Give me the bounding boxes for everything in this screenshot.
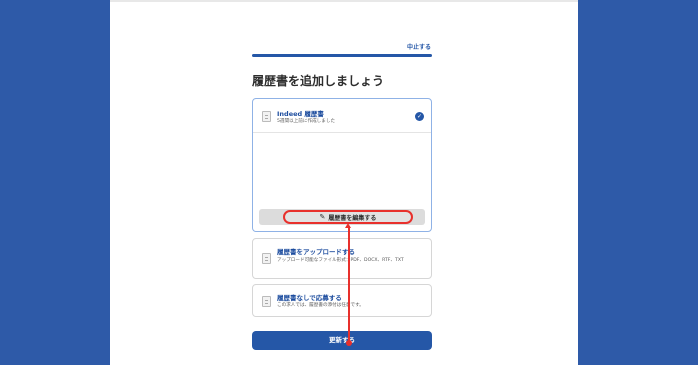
resume-option-subtitle: アップロード可能なファイル形式：PDF、DOCX、RTF、TXT	[277, 258, 404, 263]
resume-option-indeed-header[interactable]: Indeed 履歴書 5週間以上前に作成しました ✓	[253, 99, 431, 133]
no-document-icon	[262, 296, 271, 307]
annotation-arrowhead	[345, 223, 351, 228]
resume-option-subtitle: この求人では、履歴書の添付は任意です。	[277, 303, 364, 308]
resume-option-indeed[interactable]: Indeed 履歴書 5週間以上前に作成しました ✓ ✎ 履歴書を編集する	[252, 98, 432, 232]
resume-option-title: 履歴書なしで応募する	[277, 294, 342, 302]
edit-resume-label: 履歴書を編集する	[328, 214, 377, 222]
upload-document-icon	[262, 253, 271, 264]
progress-bar	[252, 54, 432, 57]
annotation-dot	[345, 340, 352, 346]
check-circle-icon: ✓	[415, 112, 424, 121]
cancel-link[interactable]: 中止する	[405, 42, 431, 51]
resume-option-none[interactable]: 履歴書なしで応募する この求人では、履歴書の添付は任意です。	[252, 284, 432, 317]
resume-option-upload[interactable]: 履歴書をアップロードする アップロード可能なファイル形式：PDF、DOCX、RT…	[252, 238, 432, 279]
top-divider	[110, 0, 578, 2]
document-icon	[262, 111, 271, 122]
annotation-arrow	[348, 226, 350, 344]
edit-bar: ✎ 履歴書を編集する	[259, 209, 425, 225]
resume-option-title: 履歴書をアップロードする	[277, 248, 355, 256]
pencil-icon: ✎	[319, 213, 326, 221]
resume-option-subtitle: 5週間以上前に作成しました	[277, 119, 336, 124]
resume-option-title: Indeed 履歴書	[277, 110, 324, 118]
page-title: 履歴書を追加しましょう	[252, 74, 385, 88]
edit-resume-button[interactable]: ✎ 履歴書を編集する	[283, 210, 413, 224]
update-button[interactable]: 更新する	[252, 331, 432, 350]
